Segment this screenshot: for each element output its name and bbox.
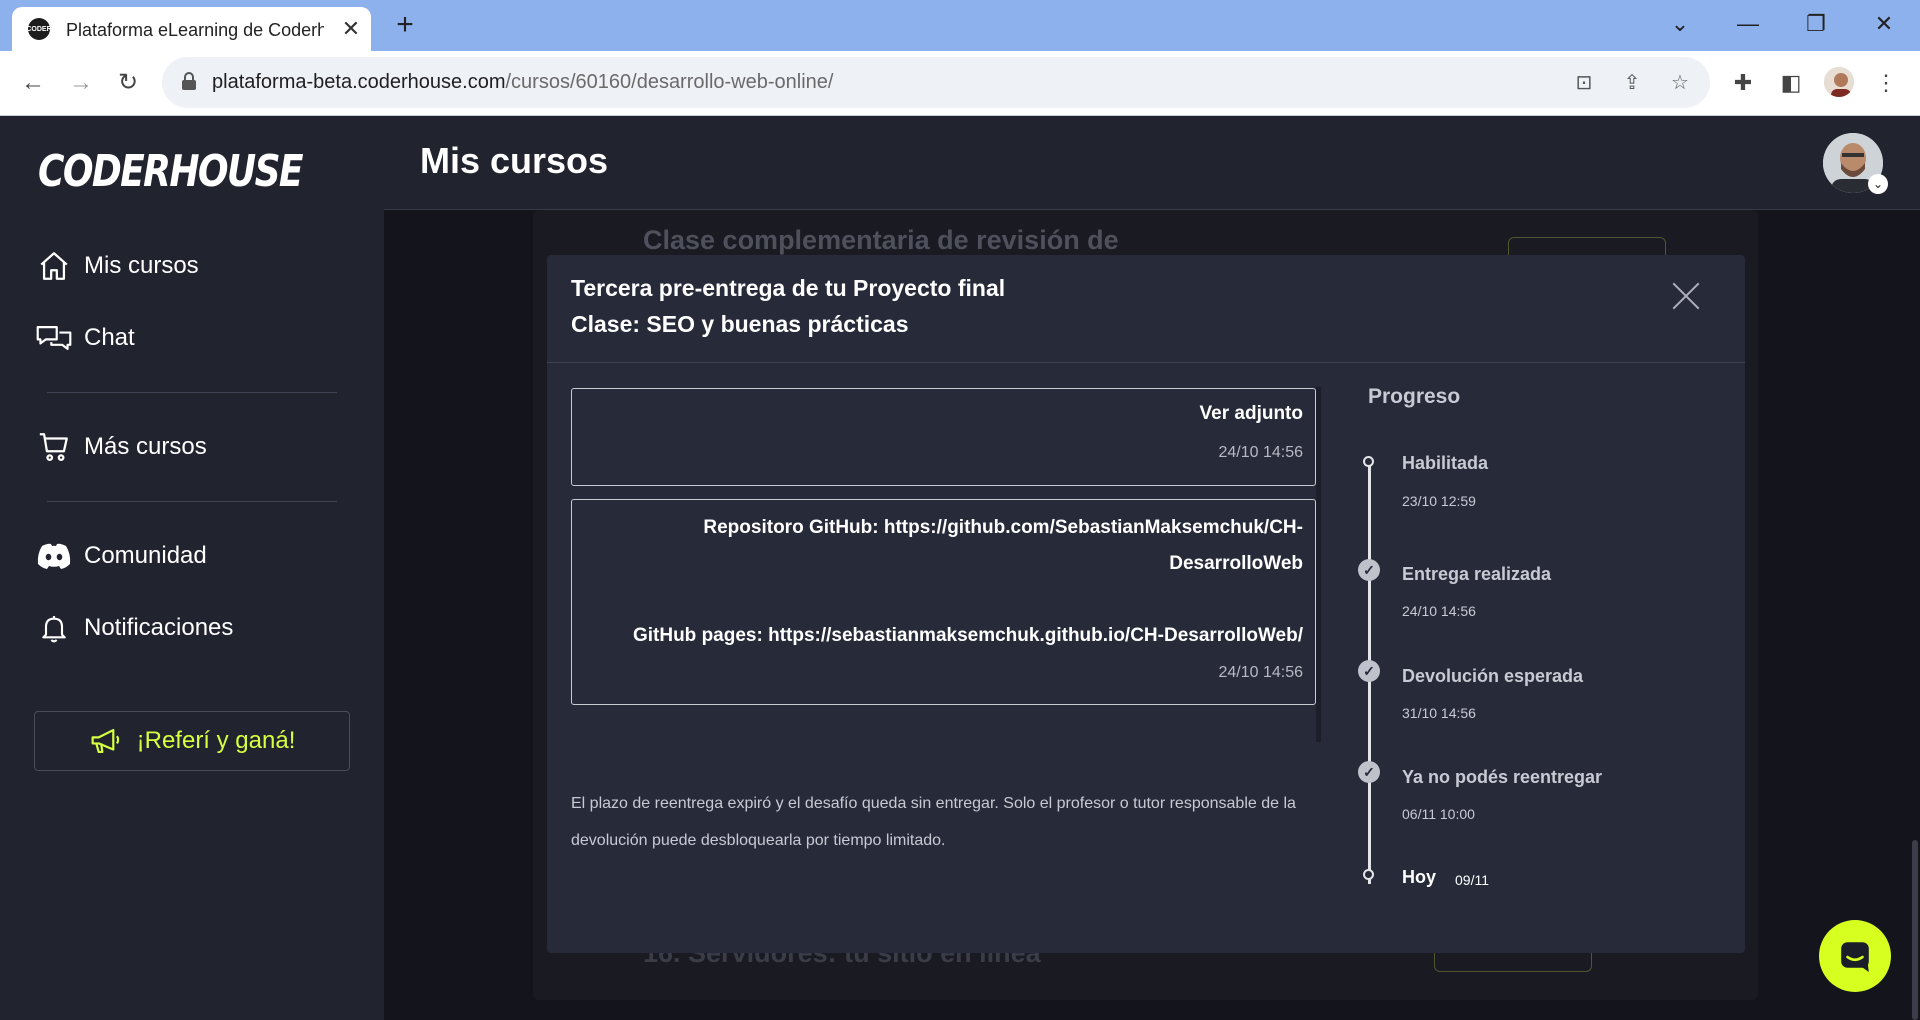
browser-tab-bar: CODER Plataforma eLearning de Coderhouse… [0, 0, 1920, 51]
timeline-step-label: Habilitada [1402, 453, 1489, 473]
submission-text-line[interactable]: Repositoro GitHub: https://github.com/Se… [703, 517, 1303, 539]
timeline-dot-open [1363, 869, 1374, 880]
bookmark-star-icon[interactable]: ☆ [1666, 69, 1694, 97]
background-class-title: Clase complementaria de revisión de [643, 225, 1119, 255]
support-chat-button[interactable] [1819, 920, 1891, 992]
modal-header: Tercera pre-entrega de tu Proyecto final… [547, 255, 1745, 363]
avatar-chevron-down-icon[interactable]: ⌄ [1868, 174, 1888, 194]
sidebar-divider [47, 501, 337, 502]
submission-card: Ver adjunto 24/10 14:56 [571, 388, 1316, 486]
timeline-dot-open [1363, 456, 1374, 467]
tab-search-chevron-icon[interactable]: ⌄ [1662, 8, 1698, 40]
sidebar-item-label: Chat [84, 324, 135, 351]
restore-icon[interactable]: ❐ [1798, 8, 1834, 40]
progress-title: Progreso [1368, 385, 1461, 408]
sidebar-item-comunidad[interactable]: Comunidad [34, 534, 207, 578]
coderhouse-favicon-icon: CODER [26, 18, 52, 40]
modal-close-icon[interactable] [1671, 281, 1701, 311]
profile-photo-icon [1824, 67, 1854, 97]
extensions-puzzle-icon[interactable]: ✚ [1727, 67, 1759, 99]
sidebar-item-chat[interactable]: Chat [34, 316, 135, 360]
side-panel-icon[interactable]: ◧ [1775, 67, 1807, 99]
lock-icon[interactable] [182, 72, 196, 90]
sidebar-item-label: Comunidad [84, 542, 207, 569]
browser-profile-avatar[interactable] [1822, 65, 1856, 99]
address-bar[interactable]: plataforma-beta.coderhouse.com/cursos/60… [162, 57, 1710, 108]
sidebar-item-label: Más cursos [84, 433, 207, 460]
sidebar-item-mis-cursos[interactable]: Mis cursos [34, 244, 199, 288]
submission-modal: Tercera pre-entrega de tu Proyecto final… [547, 255, 1745, 953]
home-icon [34, 246, 74, 286]
coderhouse-logo[interactable]: CODERHOUSE [38, 146, 304, 197]
sidebar-item-label: Notificaciones [84, 614, 234, 641]
reload-icon[interactable]: ↻ [112, 67, 144, 99]
today-label: Hoy [1402, 867, 1437, 887]
check-circle-icon: ✓ [1358, 559, 1380, 581]
tab-close-icon[interactable]: ✕ [338, 16, 364, 42]
cart-icon [34, 427, 74, 467]
main-header: Mis cursos ⌄ [384, 116, 1920, 210]
submission-date: 24/10 14:56 [1218, 664, 1303, 681]
timeline-step-date: 23/10 12:59 [1402, 493, 1476, 509]
today-date: 09/11 [1455, 872, 1489, 888]
app-sidebar: CODERHOUSE Mis cursos Chat Más cursos Co… [0, 116, 384, 1020]
url-path: /cursos/60160/desarrollo-web-online/ [505, 71, 834, 93]
background-class-button-bottom [1434, 952, 1592, 972]
submission-text-line[interactable]: DesarrolloWeb [1169, 553, 1303, 575]
close-window-icon[interactable]: ✕ [1866, 8, 1902, 40]
submissions-scrollbar[interactable] [1316, 387, 1321, 742]
timeline-step-date: 24/10 14:56 [1402, 603, 1476, 619]
chat-icon [34, 318, 74, 358]
refer-label: ¡Referí y ganá! [136, 727, 296, 754]
resubmission-notice: El plazo de reentrega expiró y el desafí… [571, 795, 1296, 849]
sidebar-item-mas-cursos[interactable]: Más cursos [34, 425, 207, 469]
forward-arrow-icon[interactable]: → [65, 67, 97, 99]
submission-card: Repositoro GitHub: https://github.com/Se… [571, 499, 1316, 705]
check-circle-icon: ✓ [1358, 660, 1380, 682]
new-tab-icon[interactable]: + [390, 10, 420, 40]
view-attachment-link[interactable]: Ver adjunto [1200, 403, 1303, 425]
page-scrollbar[interactable] [1912, 840, 1918, 1020]
megaphone-icon [89, 726, 123, 756]
timeline-step-label: Ya no podés reentregar [1402, 767, 1603, 787]
sidebar-item-label: Mis cursos [84, 252, 199, 279]
modal-subtitle: Clase: SEO y buenas prácticas [571, 311, 909, 337]
browser-menu-kebab-icon[interactable]: ⋮ [1870, 67, 1902, 99]
timeline-step-label: Entrega realizada [1402, 564, 1552, 584]
page-title: Mis cursos [420, 140, 609, 181]
browser-tab[interactable]: CODER Plataforma eLearning de Coderhouse… [12, 7, 371, 51]
back-arrow-icon[interactable]: ← [17, 67, 49, 99]
bell-icon [34, 608, 74, 648]
discord-icon [34, 536, 74, 576]
refer-and-earn-button[interactable]: ¡Referí y ganá! [34, 711, 350, 771]
modal-title: Tercera pre-entrega de tu Proyecto final [571, 275, 1006, 301]
share-icon[interactable]: ⇪ [1618, 69, 1646, 97]
background-class-button [1508, 237, 1666, 257]
minimize-icon[interactable]: — [1730, 8, 1766, 40]
url-host: plataforma-beta.coderhouse.com [212, 71, 506, 93]
intercom-chat-icon [1841, 942, 1869, 972]
tab-title: Plataforma eLearning de Coderhouse [66, 20, 324, 40]
submission-text-line[interactable]: GitHub pages: https://sebastianmaksemchu… [633, 625, 1303, 647]
sidebar-divider [47, 392, 337, 393]
timeline-step-date: 06/11 10:00 [1402, 806, 1475, 822]
timeline-step-label: Devolución esperada [1402, 666, 1584, 686]
timeline-step-date: 31/10 14:56 [1402, 705, 1476, 721]
check-circle-icon: ✓ [1358, 761, 1380, 783]
sidebar-item-notificaciones[interactable]: Notificaciones [34, 606, 233, 650]
url-text[interactable]: plataforma-beta.coderhouse.com/cursos/60… [212, 71, 833, 94]
browser-toolbar: ← → ↻ plataforma-beta.coderhouse.com/cur… [0, 51, 1920, 116]
translate-icon[interactable]: ⊡ [1570, 69, 1598, 97]
submission-date: 24/10 14:56 [1218, 444, 1303, 461]
